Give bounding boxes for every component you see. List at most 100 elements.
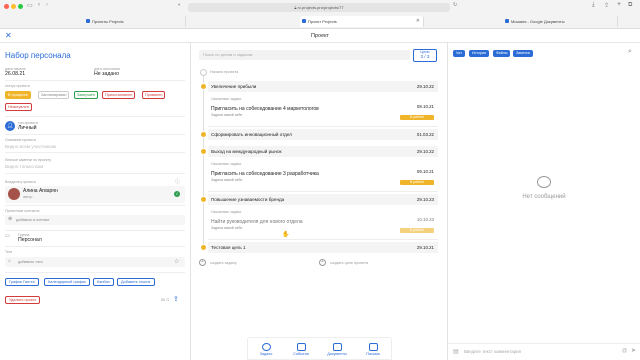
personal-notes-input[interactable]: Видно только вам — [5, 164, 43, 169]
goal-row[interactable]: Повышение узнаваемости бренда 29.10.23 — [208, 194, 438, 205]
add-contact-label: добавить в контакт — [16, 218, 50, 222]
add-hashtag-button[interactable]: Добавить хэштэг — [117, 278, 155, 286]
task-date: 08.10.21 — [416, 104, 434, 109]
minimize-window-button[interactable] — [11, 4, 16, 9]
kanban-button[interactable]: Канбан — [93, 278, 114, 286]
task-date: 10.10.23 — [416, 217, 434, 222]
reload-icon[interactable]: ↻ — [453, 2, 457, 8]
goal-dot — [200, 244, 207, 251]
task-status-badge: В работе — [400, 115, 434, 120]
search-input[interactable]: Поиск по целям и задачам — [199, 50, 410, 60]
status-irrelevant[interactable]: Неактуален — [5, 103, 32, 111]
task-row[interactable]: Связанные задачи Найти руководителя для … — [208, 207, 438, 240]
task-status-badge: В работе — [400, 228, 434, 233]
browser-tab-2[interactable]: Проект Projects ✕ — [300, 16, 424, 27]
back-icon[interactable]: ‹ — [38, 2, 40, 8]
goal-date: 01.03.22 — [416, 132, 434, 137]
divider — [448, 343, 640, 344]
star-icon[interactable]: ☆ — [174, 258, 179, 265]
close-window-button[interactable] — [4, 4, 9, 9]
goal-date: 29.10.23 — [416, 197, 434, 202]
privacy-shield-icon: ◐ — [178, 2, 182, 8]
description-label: Описание проекта — [5, 138, 36, 142]
attach-icon[interactable]: ▤ — [453, 348, 459, 355]
task-row[interactable]: Связанные задачи Пригласить на собеседов… — [208, 159, 438, 192]
counter-value: 3 / 3 — [420, 54, 430, 59]
goal-row[interactable]: Выход на международный рынок 29.10.22 — [208, 146, 438, 157]
task-caption: Связанные задачи — [211, 210, 242, 214]
new-tab-icon[interactable]: + — [617, 1, 621, 8]
address-bar[interactable]: 🔒︎ rc.projects.pro/projects/77 — [188, 3, 450, 12]
browser-tab-3[interactable]: Мишаня - Google Документы — [503, 16, 618, 27]
status-failed[interactable]: Провален — [142, 91, 166, 99]
divider — [5, 205, 185, 206]
mention-icon[interactable]: @ — [622, 348, 627, 354]
start-date-value[interactable]: 26.08.21 — [5, 71, 25, 77]
comment-input[interactable]: Введите текст комментария — [464, 349, 521, 354]
nav-events[interactable]: События — [287, 343, 315, 356]
tab-overview-icon[interactable]: ⧉ — [628, 2, 632, 9]
tag-icon: ⌂ — [8, 258, 12, 264]
send-icon[interactable]: ➤ — [631, 347, 636, 354]
browser-tab-1[interactable]: Проекты Projects — [84, 16, 186, 27]
goal-row[interactable]: Тестовая цель 1 29.10.21 — [208, 242, 438, 253]
share-icon[interactable]: ⇪ — [604, 2, 609, 9]
group-value[interactable]: Персонал — [18, 237, 42, 243]
goal-row[interactable]: Сформировать инновационный отдел 01.03.22 — [208, 129, 438, 140]
nav-tasks[interactable]: Задачи — [252, 343, 280, 356]
divider — [5, 173, 185, 174]
nav-documents[interactable]: Документы — [323, 343, 351, 356]
task-title: Найти руководителя для нового отдела — [211, 219, 303, 225]
tab-history[interactable]: История — [469, 50, 489, 57]
add-goal-link[interactable]: создать цель проекта — [330, 261, 368, 265]
empty-chat-text: Нет сообщений — [522, 194, 566, 200]
forward-icon[interactable]: › — [46, 2, 48, 8]
page-title: Проект — [310, 33, 330, 39]
close-icon[interactable]: ✕ — [5, 29, 12, 43]
tab-label: Проекты Projects — [92, 19, 124, 24]
maximize-window-button[interactable] — [18, 4, 23, 9]
tab-files[interactable]: Файлы — [493, 50, 511, 57]
nav-mail[interactable]: Письма — [359, 343, 387, 356]
status-done[interactable]: Завершён — [74, 91, 98, 99]
download-icon[interactable]: ⤓ — [592, 2, 595, 9]
tab-chat[interactable]: Чат — [453, 50, 465, 57]
task-status-badge: В работе — [400, 180, 434, 185]
goal-row[interactable]: Увеличение прибыли 29.10.22 — [208, 81, 438, 92]
status-in-progress[interactable]: В процессе — [5, 91, 32, 99]
goal-dot — [200, 131, 207, 138]
divider — [5, 116, 185, 117]
info-icon[interactable]: ⓘ — [175, 178, 180, 185]
mouse-cursor-icon: ✋ — [282, 232, 290, 238]
end-date-value[interactable]: Не задано — [94, 71, 119, 77]
tags-label: Теги — [5, 250, 13, 254]
nav-label: Задачи — [259, 352, 273, 356]
calendar-icon — [296, 343, 306, 351]
search-icon[interactable]: ⌕ — [628, 48, 632, 56]
nav-label: Письма — [366, 352, 380, 356]
add-task-link[interactable]: создать задачу — [210, 261, 237, 265]
delete-project-button[interactable]: Удалить проект — [5, 296, 41, 304]
owner-label: Владелец проекта — [5, 180, 36, 184]
gantt-button[interactable]: График Гантта — [5, 278, 39, 286]
add-goal-icon[interactable]: + — [319, 259, 326, 266]
status-planned[interactable]: Запланирован — [38, 91, 70, 99]
task-row[interactable]: Связанные задачи Пригласить на собеседов… — [208, 94, 438, 127]
divider — [5, 152, 185, 153]
share-project-icon[interactable]: ⇪ — [173, 295, 179, 303]
calendar-button[interactable]: Календарный график — [44, 278, 90, 286]
tab-label: Мишаня - Google Документы — [511, 19, 565, 24]
goal-date: 29.10.21 — [416, 245, 434, 250]
add-task-icon[interactable]: + — [199, 259, 206, 266]
status-paused[interactable]: Приостановлен — [102, 91, 136, 99]
tab-notes[interactable]: Заметки — [513, 50, 533, 57]
close-tab-icon[interactable]: ✕ — [416, 16, 420, 27]
project-title[interactable]: Набор персонала — [5, 51, 71, 60]
goal-title: Повышение узнаваемости бренда — [211, 197, 285, 202]
description-input[interactable]: Видно всем участникам — [5, 144, 56, 149]
goal-counter[interactable]: Цели 3 / 3 — [413, 49, 437, 62]
user-icon: 👤︎ — [5, 121, 15, 131]
type-value[interactable]: Личный — [18, 125, 37, 131]
goal-dot — [200, 148, 207, 155]
sidebar-toggle-icon[interactable]: ▭ — [27, 2, 33, 9]
